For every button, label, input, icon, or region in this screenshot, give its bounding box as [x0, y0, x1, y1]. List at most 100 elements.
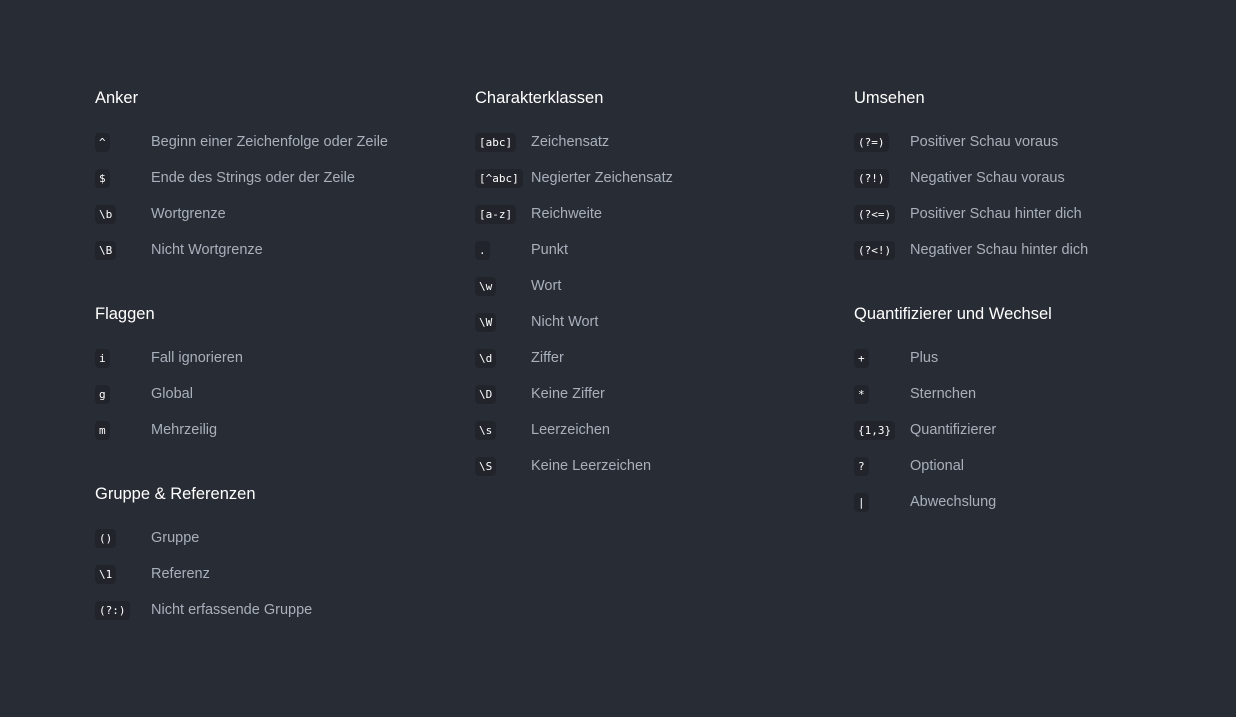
list-item[interactable]: \B Nicht Wortgrenze — [95, 232, 455, 268]
column-right: Umsehen (?=) Positiver Schau voraus (?!) N… — [854, 86, 1214, 554]
item-label: Positiver Schau voraus — [910, 134, 1059, 150]
code-token: * — [854, 384, 869, 404]
code-token: [a-z] — [475, 204, 517, 224]
code-token: \W — [475, 312, 497, 332]
code-token: (?=) — [854, 132, 889, 152]
item-label: Referenz — [151, 566, 210, 582]
item-label: Keine Ziffer — [531, 386, 605, 402]
code-token: (?<=) — [854, 204, 896, 224]
section-groups: Gruppe & Referenzen () Gruppe \1 Referenz … — [95, 482, 455, 628]
item-label: Negativer Schau hinter dich — [910, 242, 1089, 258]
item-label: Nicht Wortgrenze — [151, 242, 263, 258]
item-label: Reichweite — [531, 206, 602, 222]
code-token: (?:) — [95, 600, 130, 620]
code-token: [^abc] — [475, 168, 523, 188]
list-item[interactable]: (?=) Positiver Schau voraus — [854, 124, 1214, 160]
section-quantifiers: Quantifizierer und Wechsel + Plus * Sternc… — [854, 302, 1214, 520]
section-anchors: Anker ^ Beginn einer Zeichenfolge oder Ze… — [95, 86, 455, 268]
code-token: . — [475, 240, 490, 260]
section-title: Gruppe & Referenzen — [95, 485, 256, 503]
list-item[interactable]: (?<=) Positiver Schau hinter dich — [854, 196, 1214, 232]
list-item[interactable]: $ Ende des Strings oder der Zeile — [95, 160, 455, 196]
list-item[interactable]: (?!) Negativer Schau voraus — [854, 160, 1214, 196]
section-title: Flaggen — [95, 305, 155, 323]
item-label: Keine Leerzeichen — [531, 458, 652, 474]
list-item[interactable]: ^ Beginn einer Zeichenfolge oder Zeile — [95, 124, 455, 160]
column-left: Anker ^ Beginn einer Zeichenfolge oder Ze… — [95, 86, 455, 662]
code-token: \B — [95, 240, 117, 260]
item-label: Wortgrenze — [151, 206, 226, 222]
code-token: \d — [475, 348, 497, 368]
list-item[interactable]: [^abc] Negierter Zeichensatz — [475, 160, 835, 196]
section-title: Quantifizierer und Wechsel — [854, 305, 1052, 323]
list-item[interactable]: \S Keine Leerzeichen — [475, 448, 835, 484]
code-token: (?<!) — [854, 240, 896, 260]
item-label: Zeichensatz — [531, 134, 610, 150]
section-title: Umsehen — [854, 89, 925, 107]
list-item[interactable]: \s Leerzeichen — [475, 412, 835, 448]
item-label: Positiver Schau hinter dich — [910, 206, 1082, 222]
item-label: Punkt — [531, 242, 569, 258]
item-label: Wort — [531, 278, 562, 294]
list-item[interactable]: | Abwechslung — [854, 484, 1214, 520]
column-middle: Charakterklassen [abc] Zeichensatz [^abc]… — [475, 86, 835, 518]
code-token: (?!) — [854, 168, 889, 188]
list-item[interactable]: \1 Referenz — [95, 556, 455, 592]
list-item[interactable]: \w Wort — [475, 268, 835, 304]
section-title: Anker — [95, 89, 139, 107]
list-item[interactable]: ? Optional — [854, 448, 1214, 484]
code-token: [abc] — [475, 132, 517, 152]
list-item[interactable]: () Gruppe — [95, 520, 455, 556]
list-item[interactable]: i Fall ignorieren — [95, 340, 455, 376]
code-token: $ — [95, 168, 110, 188]
item-label: Plus — [910, 350, 939, 366]
list-item[interactable]: (?<!) Negativer Schau hinter dich — [854, 232, 1214, 268]
code-token: \s — [475, 420, 497, 440]
list-item[interactable]: . Punkt — [475, 232, 835, 268]
code-token: \w — [475, 276, 497, 296]
list-item[interactable]: [abc] Zeichensatz — [475, 124, 835, 160]
code-token: ? — [854, 456, 869, 476]
list-item[interactable]: \b Wortgrenze — [95, 196, 455, 232]
code-token: \D — [475, 384, 497, 404]
item-label: Quantifizierer — [910, 422, 997, 438]
code-token: + — [854, 348, 869, 368]
code-token: \b — [95, 204, 117, 224]
code-token: \1 — [95, 564, 117, 584]
list-item[interactable]: g Global — [95, 376, 455, 412]
list-item[interactable]: [a-z] Reichweite — [475, 196, 835, 232]
list-item[interactable]: (?:) Nicht erfassende Gruppe — [95, 592, 455, 628]
code-token: m — [95, 420, 110, 440]
item-label: Beginn einer Zeichenfolge oder Zeile — [151, 134, 388, 150]
code-token: g — [95, 384, 110, 404]
section-lookaround: Umsehen (?=) Positiver Schau voraus (?!) N… — [854, 86, 1214, 268]
code-token: i — [95, 348, 110, 368]
list-item[interactable]: m Mehrzeilig — [95, 412, 455, 448]
item-label: Negativer Schau voraus — [910, 170, 1065, 186]
item-label: Mehrzeilig — [151, 422, 218, 438]
section-title: Charakterklassen — [475, 89, 604, 107]
code-token: () — [95, 528, 117, 548]
section-character-classes: Charakterklassen [abc] Zeichensatz [^abc]… — [475, 86, 835, 484]
item-label: Negierter Zeichensatz — [531, 170, 673, 186]
item-label: Sternchen — [910, 386, 977, 402]
item-label: Abwechslung — [910, 494, 997, 510]
item-label: Optional — [910, 458, 965, 474]
list-item[interactable]: \d Ziffer — [475, 340, 835, 376]
item-label: Global — [151, 386, 193, 402]
item-label: Ende des Strings oder der Zeile — [151, 170, 355, 186]
code-token: ^ — [95, 132, 110, 152]
list-item[interactable]: \D Keine Ziffer — [475, 376, 835, 412]
list-item[interactable]: {1,3} Quantifizierer — [854, 412, 1214, 448]
item-label: Leerzeichen — [531, 422, 610, 438]
code-token: {1,3} — [854, 420, 896, 440]
list-item[interactable]: * Sternchen — [854, 376, 1214, 412]
item-label: Nicht erfassende Gruppe — [151, 602, 313, 618]
section-flags: Flaggen i Fall ignorieren g Global m Mehrze… — [95, 302, 455, 448]
item-label: Ziffer — [531, 350, 564, 366]
list-item[interactable]: \W Nicht Wort — [475, 304, 835, 340]
item-label: Nicht Wort — [531, 314, 599, 330]
list-item[interactable]: + Plus — [854, 340, 1214, 376]
item-label: Fall ignorieren — [151, 350, 243, 366]
code-token: | — [854, 492, 869, 512]
